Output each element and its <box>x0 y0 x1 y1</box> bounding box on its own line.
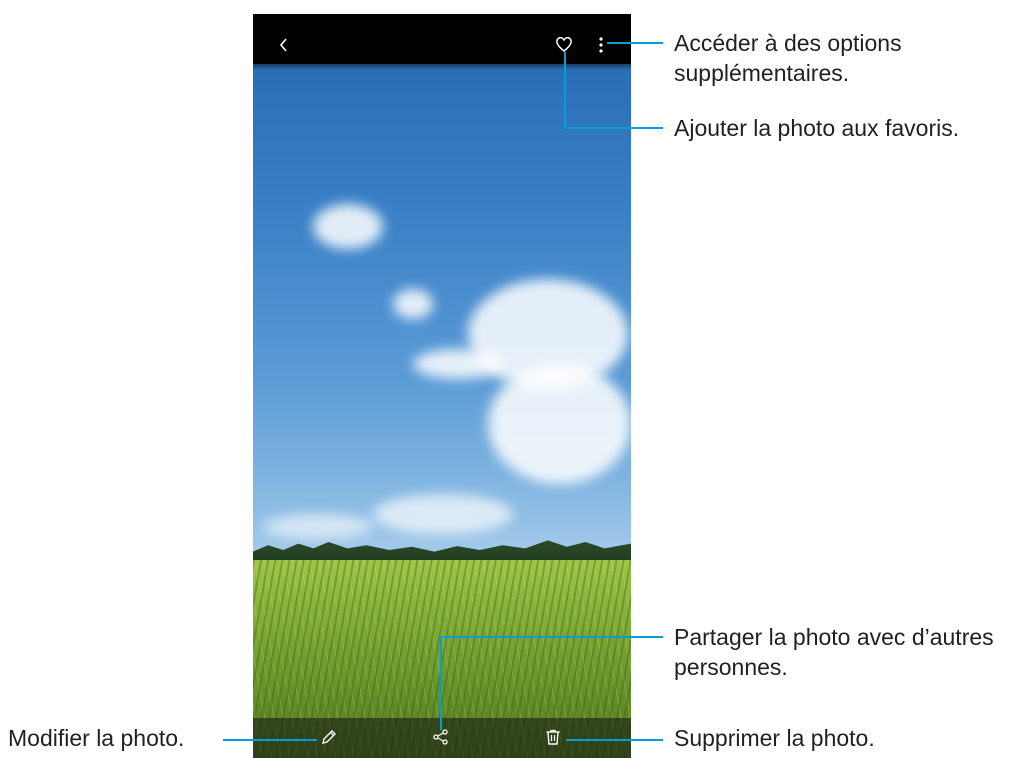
photo <box>253 64 631 758</box>
share-callout-line-horizontal <box>440 636 663 638</box>
favorite-callout: Ajouter la photo aux favoris. <box>674 115 960 141</box>
back-icon[interactable] <box>277 36 291 54</box>
more-options-callout-line2: supplémentaires. <box>674 60 850 86</box>
more-options-callout-line1: Accéder à des options <box>674 30 902 56</box>
cloud <box>488 364 631 484</box>
delete-callout-line <box>566 739 663 741</box>
edit-callout-line <box>223 739 317 741</box>
share-callout-line-vertical <box>440 636 442 730</box>
favorite-callout-line-vertical <box>564 52 566 128</box>
cloud <box>413 349 503 379</box>
delete-icon[interactable] <box>544 728 562 746</box>
bottom-bar <box>253 718 631 758</box>
cloud <box>313 204 383 249</box>
heart-icon[interactable] <box>556 37 572 53</box>
edit-callout: Modifier la photo. <box>8 725 185 751</box>
favorite-callout-line-horizontal <box>564 127 663 129</box>
edit-icon[interactable] <box>320 728 338 746</box>
more-options-callout-line <box>607 42 663 44</box>
share-callout-line2: personnes. <box>674 654 788 680</box>
cloud <box>373 494 513 534</box>
more-options-icon[interactable] <box>596 36 606 54</box>
photo-top-edge <box>253 64 631 70</box>
top-bar <box>253 14 631 64</box>
cloud <box>263 514 373 539</box>
cloud <box>393 289 433 319</box>
share-icon[interactable] <box>432 728 450 746</box>
phone-screen <box>253 14 631 758</box>
share-callout-line1: Partager la photo avec d’autres <box>674 624 994 650</box>
delete-callout: Supprimer la photo. <box>674 725 875 751</box>
